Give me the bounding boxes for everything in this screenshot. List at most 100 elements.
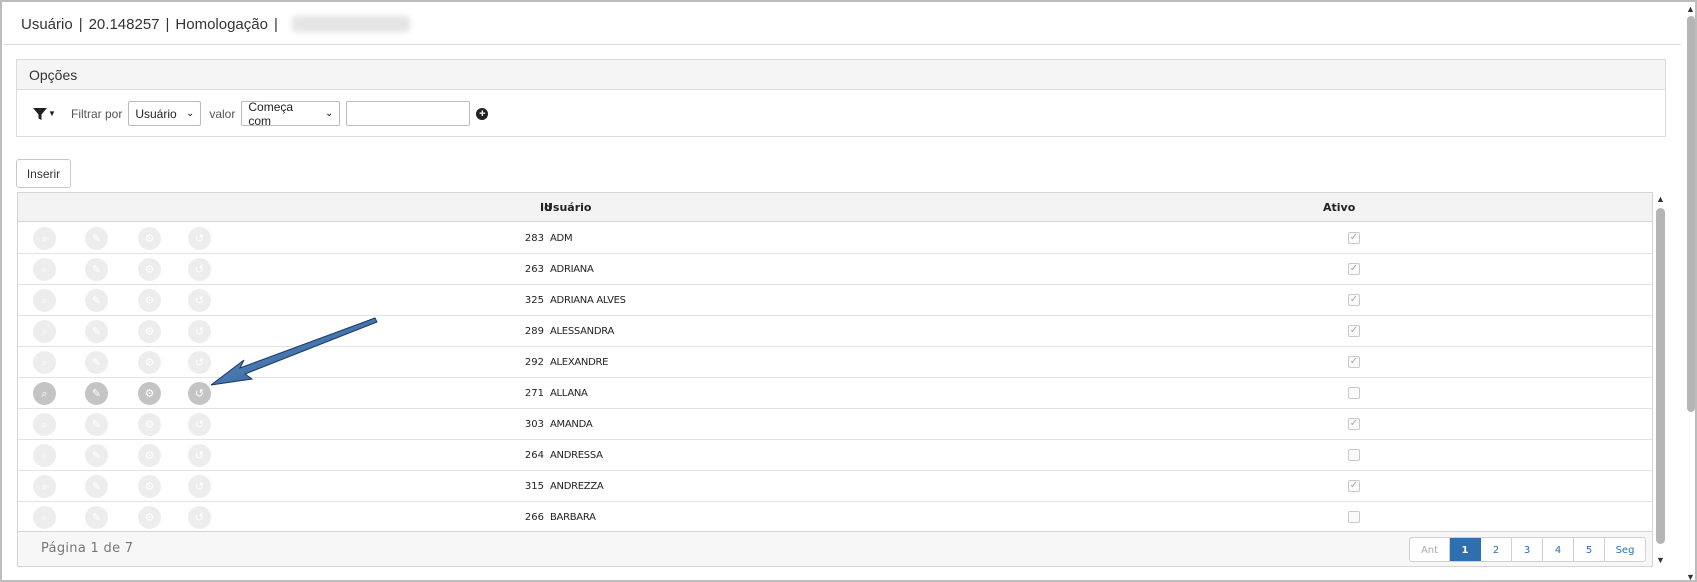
history-icon[interactable]: ↺ <box>188 444 211 467</box>
cell-user: ADRIANA ALVES <box>550 295 626 306</box>
search-icon[interactable]: ⌕ <box>33 475 56 498</box>
pager-page[interactable]: 4 <box>1543 538 1574 561</box>
edit-icon[interactable]: ✎ <box>85 289 108 312</box>
edit-icon[interactable]: ✎ <box>85 227 108 250</box>
operator-value: Começa com <box>248 99 294 128</box>
operator-select[interactable]: Começa com ⌄ <box>241 99 341 128</box>
cell-id: 271 <box>524 388 544 399</box>
table-row[interactable]: ⌕ ✎ ⚙ ↺ 292 ALEXANDRE ✓ <box>18 347 1652 378</box>
grid-scrollbar-thumb[interactable] <box>1656 208 1665 544</box>
scroll-down-icon[interactable]: ▼ <box>1656 555 1665 565</box>
pagination: Ant 1 2 3 4 5 Seg <box>1409 537 1646 562</box>
cell-user: ADRIANA <box>550 264 594 275</box>
grid-header: Id Usuário Ativo <box>18 193 1652 222</box>
scroll-down-icon[interactable]: ▼ <box>1686 572 1695 582</box>
history-icon[interactable]: ↺ <box>188 382 211 405</box>
page-title-bar: Usuário | 20.148257 | Homologação | <box>4 4 1681 45</box>
window-frame: Usuário | 20.148257 | Homologação | Opçõ… <box>0 0 1697 582</box>
filter-field-select[interactable]: Usuário ⌄ <box>128 101 202 126</box>
edit-icon[interactable]: ✎ <box>85 413 108 436</box>
page-info: Página 1 de 7 <box>41 541 134 556</box>
table-row[interactable]: ⌕ ✎ ⚙ ↺ 271 ALLANA <box>18 378 1652 409</box>
insert-button[interactable]: Inserir <box>16 159 71 188</box>
search-icon[interactable]: ⌕ <box>33 289 56 312</box>
history-icon[interactable]: ↺ <box>188 320 211 343</box>
table-row[interactable]: ⌕ ✎ ⚙ ↺ 283 ADM ✓ <box>18 223 1652 254</box>
table-row[interactable]: ⌕ ✎ ⚙ ↺ 263 ADRIANA ✓ <box>18 254 1652 285</box>
gear-icon[interactable]: ⚙ <box>138 320 161 343</box>
table-row[interactable]: ⌕ ✎ ⚙ ↺ 315 ANDREZZA ✓ <box>18 471 1652 502</box>
cell-user: ALEXANDRE <box>550 357 609 368</box>
edit-icon[interactable]: ✎ <box>85 351 108 374</box>
table-row[interactable]: ⌕ ✎ ⚙ ↺ 264 ANDRESSA <box>18 440 1652 471</box>
cell-id: 264 <box>524 450 544 461</box>
cell-user: BARBARA <box>550 512 596 523</box>
search-icon[interactable]: ⌕ <box>33 320 56 343</box>
history-icon[interactable]: ↺ <box>188 289 211 312</box>
search-icon[interactable]: ⌕ <box>33 258 56 281</box>
gear-icon[interactable]: ⚙ <box>138 413 161 436</box>
edit-icon[interactable]: ✎ <box>85 506 108 529</box>
grid-scrollbar[interactable]: ▲ ▼ <box>1654 192 1668 567</box>
search-icon[interactable]: ⌕ <box>33 227 56 250</box>
filter-value-input[interactable] <box>346 101 471 126</box>
gear-icon[interactable]: ⚙ <box>138 475 161 498</box>
pager-prev[interactable]: Ant <box>1410 538 1450 561</box>
gear-icon[interactable]: ⚙ <box>138 289 161 312</box>
edit-icon[interactable]: ✎ <box>85 475 108 498</box>
gear-icon[interactable]: ⚙ <box>138 351 161 374</box>
grid-footer: Página 1 de 7 Ant 1 2 3 4 5 Seg <box>18 531 1652 566</box>
search-icon[interactable]: ⌕ <box>33 351 56 374</box>
edit-icon[interactable]: ✎ <box>85 258 108 281</box>
filter-dropdown-button[interactable]: ▼ <box>33 102 63 126</box>
history-icon[interactable]: ↺ <box>188 258 211 281</box>
table-row[interactable]: ⌕ ✎ ⚙ ↺ 266 BARBARA <box>18 502 1652 533</box>
chevron-down-icon: ⌄ <box>324 108 334 119</box>
table-row[interactable]: ⌕ ✎ ⚙ ↺ 303 AMANDA ✓ <box>18 409 1652 440</box>
column-header-user[interactable]: Usuário <box>544 201 592 214</box>
module-code: 20.148257 <box>88 15 160 33</box>
chevron-down-icon: ⌄ <box>185 108 195 119</box>
edit-icon[interactable]: ✎ <box>85 320 108 343</box>
filter-field-value: Usuário <box>135 106 177 121</box>
scroll-up-icon[interactable]: ▲ <box>1686 4 1695 14</box>
pager-page[interactable]: 3 <box>1512 538 1543 561</box>
cell-user: ANDRESSA <box>550 450 603 461</box>
table-row[interactable]: ⌕ ✎ ⚙ ↺ 289 ALESSANDRA ✓ <box>18 316 1652 347</box>
gear-icon[interactable]: ⚙ <box>138 382 161 405</box>
active-checkbox: ✓ <box>1348 356 1360 368</box>
pager-next[interactable]: Seg <box>1605 538 1645 561</box>
table-row[interactable]: ⌕ ✎ ⚙ ↺ 325 ADRIANA ALVES ✓ <box>18 285 1652 316</box>
add-filter-icon[interactable]: + <box>476 107 489 120</box>
edit-icon[interactable]: ✎ <box>85 444 108 467</box>
history-icon[interactable]: ↺ <box>188 506 211 529</box>
options-panel-title: Opções <box>17 60 1665 90</box>
active-checkbox: ✓ <box>1348 325 1360 337</box>
cell-id: 266 <box>524 512 544 523</box>
history-icon[interactable]: ↺ <box>188 413 211 436</box>
search-icon[interactable]: ⌕ <box>33 506 56 529</box>
search-icon[interactable]: ⌕ <box>33 413 56 436</box>
pager-page[interactable]: 1 <box>1450 538 1481 561</box>
history-icon[interactable]: ↺ <box>188 227 211 250</box>
gear-icon[interactable]: ⚙ <box>138 227 161 250</box>
title-separator: | <box>78 15 83 33</box>
gear-icon[interactable]: ⚙ <box>138 258 161 281</box>
gear-icon[interactable]: ⚙ <box>138 444 161 467</box>
scroll-up-icon[interactable]: ▲ <box>1656 194 1665 204</box>
gear-icon[interactable]: ⚙ <box>138 506 161 529</box>
pager-page[interactable]: 5 <box>1574 538 1605 561</box>
pager-page[interactable]: 2 <box>1481 538 1512 561</box>
active-checkbox: ✓ <box>1348 480 1360 492</box>
page-scrollbar-thumb[interactable] <box>1687 16 1695 412</box>
page-scrollbar[interactable]: ▲ ▼ <box>1685 2 1697 582</box>
search-icon[interactable]: ⌕ <box>33 382 56 405</box>
cell-user: ADM <box>550 233 573 244</box>
search-icon[interactable]: ⌕ <box>33 444 56 467</box>
history-icon[interactable]: ↺ <box>188 475 211 498</box>
column-header-active[interactable]: Ativo <box>1323 201 1355 214</box>
edit-icon[interactable]: ✎ <box>85 382 108 405</box>
cell-user: ANDREZZA <box>550 481 604 492</box>
history-icon[interactable]: ↺ <box>188 351 211 374</box>
filter-bar: ▼ Filtrar por Usuário ⌄ valor Começa com… <box>17 90 1665 137</box>
